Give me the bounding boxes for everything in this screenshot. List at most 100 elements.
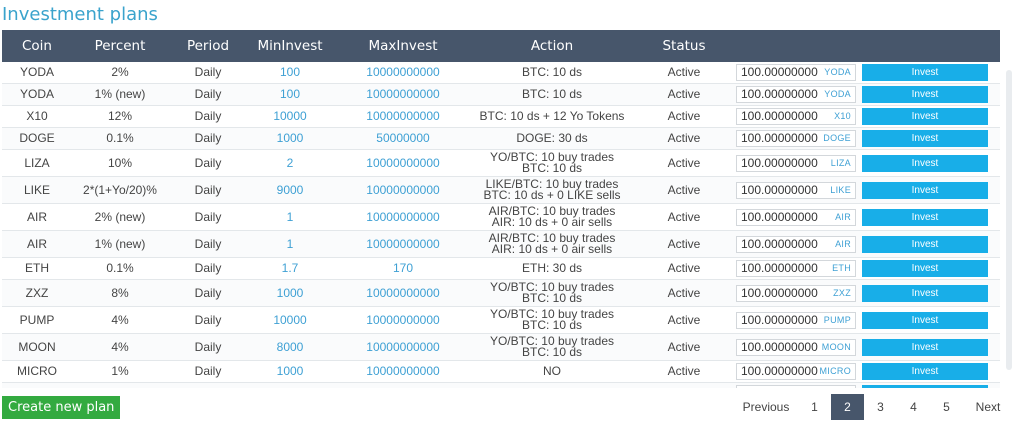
action-line: BTC: 10 ds + 0 LIKE sells xyxy=(483,188,621,202)
invest-button[interactable]: Invest xyxy=(862,363,988,380)
cell-maxinvest: 10000000000 xyxy=(366,364,440,378)
cell-percent: 10% xyxy=(107,155,133,170)
invest-button[interactable]: Invest xyxy=(862,108,988,125)
cell-mininvest: 1000 xyxy=(276,131,304,145)
cell-coin: MOON xyxy=(18,339,56,354)
header-maxinvest: MaxInvest xyxy=(368,38,438,54)
pagination-page-5[interactable]: 5 xyxy=(930,394,963,420)
cell-percent: 0.1% xyxy=(106,131,134,145)
amount-input[interactable]: 100.00000000 MICRO xyxy=(736,363,856,380)
pagination-page-1[interactable]: 1 xyxy=(798,394,831,420)
cell-maxinvest: 10000000000 xyxy=(366,87,440,101)
invest-button[interactable]: Invest xyxy=(862,130,988,147)
amount-input[interactable]: 100.00000000 MOON xyxy=(736,338,856,356)
cell-maxinvest: 10000000000 xyxy=(366,285,440,300)
amount-input[interactable]: 100.00000000 LIZA xyxy=(736,154,856,172)
cell-period: Daily xyxy=(194,182,222,197)
create-new-plan-button[interactable]: Create new plan xyxy=(2,396,121,419)
cell-status: Active xyxy=(667,312,701,327)
cell-coin: X10 xyxy=(26,109,48,123)
cell-coin: LIKE xyxy=(23,182,50,197)
cell-invest: Invest xyxy=(862,208,1000,226)
pagination-page-2[interactable]: 2 xyxy=(831,394,864,420)
action-line: BTC: 10 ds xyxy=(521,87,583,101)
amount-input[interactable]: 100.00000000 LIKE xyxy=(736,181,856,199)
amount-coin-tag: MICRO xyxy=(819,366,851,376)
amount-input[interactable]: 100.00000000 ZXZ xyxy=(736,284,856,302)
cell-status: Active xyxy=(667,131,701,145)
cell-period: Daily xyxy=(194,364,222,378)
amount-coin-tag: PUMP xyxy=(823,314,851,325)
amount-value: 100.00000000 xyxy=(741,155,818,170)
table-row: DOGE 0.1% Daily 1000 50000000 DOGE: 30 ds Acti… xyxy=(2,128,1000,150)
table-row: YODA 2% Daily 100 10000000000 BTC: 10 ds Activ… xyxy=(2,62,1000,84)
pagination: Previous 1 2 3 4 5 Next xyxy=(734,394,1013,420)
amount-input[interactable]: 100.00000000 PUMP xyxy=(736,311,856,329)
cell-action: DOGE: 30 ds xyxy=(474,132,630,144)
cell-amount: 100.00000000 YODA xyxy=(736,86,862,103)
amount-input[interactable]: 100.00000000 ETH xyxy=(736,260,856,277)
amount-coin-tag: AIR xyxy=(835,211,851,222)
amount-coin-tag: LIZA xyxy=(830,157,851,168)
invest-button[interactable]: Invest xyxy=(862,64,988,81)
cell-maxinvest: 10000000000 xyxy=(366,312,440,327)
amount-coin-tag: DOGE xyxy=(823,133,851,143)
cell-action: YO/BTC: 10 buy trades BTC: 10 ds xyxy=(474,335,630,358)
cell-status: Active xyxy=(667,236,701,251)
cell-maxinvest: 50000000 xyxy=(376,131,430,145)
cell-status: Active xyxy=(667,364,701,378)
table-row: LIKE 2*(1+Yo/20)% Daily 9000 10000000000 LIKE… xyxy=(2,177,1000,204)
pagination-page-3[interactable]: 3 xyxy=(864,394,897,420)
cell-status: Active xyxy=(667,65,701,79)
cell-status: Active xyxy=(667,109,701,123)
cell-action: YO/BTC: 10 buy trades BTC: 10 ds xyxy=(474,281,630,305)
cell-percent: 2*(1+Yo/20)% xyxy=(83,182,157,197)
cell-invest: Invest xyxy=(862,338,1000,356)
cell-maxinvest: 10000000000 xyxy=(366,209,440,224)
amount-input[interactable]: 100.00000000 YODA xyxy=(736,64,856,81)
cell-amount: 100.00000000 X10 xyxy=(736,108,862,125)
scrollbar[interactable] xyxy=(1006,70,1012,370)
amount-input[interactable]: 100.00000000 AIR xyxy=(736,235,856,253)
amount-input[interactable]: 100.00000000TRIX xyxy=(736,385,856,388)
cell-invest: Invest xyxy=(862,284,1000,302)
amount-input[interactable]: 100.00000000 X10 xyxy=(736,108,856,125)
action-line: BTC: 10 ds xyxy=(521,161,583,175)
invest-button[interactable]: Invest xyxy=(862,235,988,253)
amount-input[interactable]: 100.00000000 YODA xyxy=(736,86,856,103)
amount-coin-tag: YODA xyxy=(824,67,851,77)
cell-percent: 0.1% xyxy=(106,261,134,275)
amount-value: 100.00000000 xyxy=(741,209,818,224)
invest-button[interactable]: Invest xyxy=(862,181,988,199)
cell-invest: Invest xyxy=(862,154,1000,172)
invest-button[interactable]: Invest xyxy=(862,338,988,356)
amount-input[interactable]: 100.00000000 AIR xyxy=(736,208,856,226)
action-line: BTC: 10 ds xyxy=(521,318,583,332)
invest-button[interactable]: Invest xyxy=(862,86,988,103)
header-percent: Percent xyxy=(94,38,146,54)
action-line: ETH: 30 ds xyxy=(521,261,583,275)
table-row: YODA 1% (new) Daily 100 10000000000 BTC: 10 d… xyxy=(2,84,1000,106)
cell-amount: 100.00000000 YODA xyxy=(736,64,862,81)
invest-button[interactable]: Invest xyxy=(862,385,988,388)
pagination-next[interactable]: Next xyxy=(963,394,1013,420)
invest-button[interactable]: Invest xyxy=(862,311,988,329)
amount-input[interactable]: 100.00000000 DOGE xyxy=(736,130,856,147)
cell-invest: Invest xyxy=(862,130,1000,147)
invest-button[interactable]: Invest xyxy=(862,208,988,226)
cell-action: YO/BTC: 10 buy trades BTC: 10 ds xyxy=(474,308,630,332)
cell-status: Active xyxy=(667,155,701,170)
action-line: BTC: 10 ds xyxy=(521,291,583,305)
cell-maxinvest: 10000000000 xyxy=(366,339,440,354)
invest-button[interactable]: Invest xyxy=(862,260,988,277)
pagination-page-4[interactable]: 4 xyxy=(897,394,930,420)
cell-action: NO xyxy=(474,365,630,377)
invest-button[interactable]: Invest xyxy=(862,154,988,172)
amount-value: 100.00000000 xyxy=(741,364,818,378)
amount-coin-tag: LIKE xyxy=(830,184,851,195)
pagination-previous[interactable]: Previous xyxy=(734,394,798,420)
amount-value: 100.00000000 xyxy=(741,236,818,251)
cell-percent: 1% xyxy=(111,364,129,378)
invest-button[interactable]: Invest xyxy=(862,284,988,302)
cell-status: Active xyxy=(667,261,701,275)
